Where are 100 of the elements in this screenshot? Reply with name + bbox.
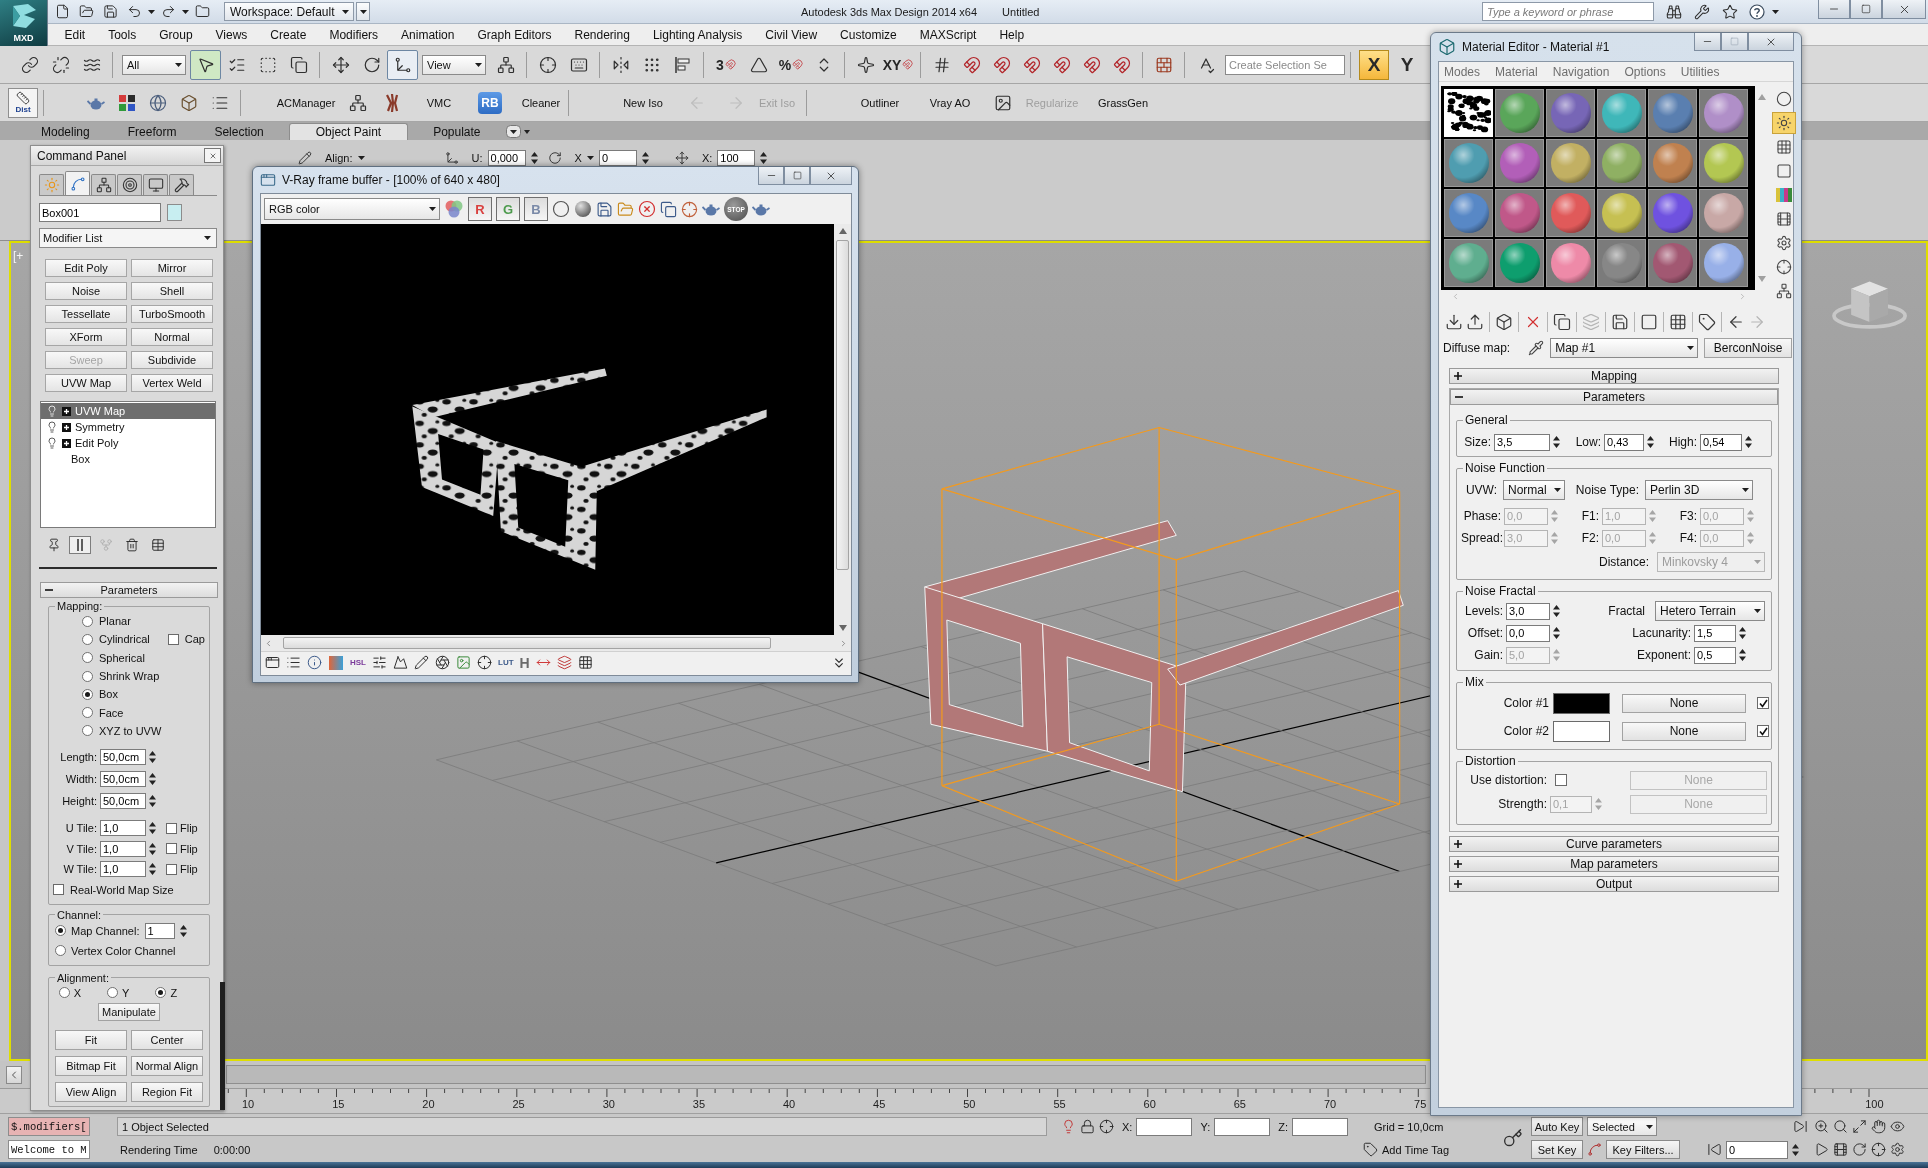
- film-icon[interactable]: [1833, 1142, 1848, 1157]
- minus-icon[interactable]: [1455, 393, 1463, 401]
- trash-icon[interactable]: [125, 538, 139, 552]
- menu-item[interactable]: Graph Editors: [465, 27, 563, 42]
- spinner-field[interactable]: 1: [144, 922, 175, 939]
- map-button[interactable]: None: [1622, 721, 1746, 741]
- option-label[interactable]: Face: [99, 706, 124, 719]
- menu-item[interactable]: Tools: [96, 27, 148, 42]
- coordinate-field[interactable]: [1136, 1117, 1193, 1136]
- brick-wall-icon[interactable]: [1154, 55, 1173, 74]
- option-label[interactable]: Spherical: [99, 651, 145, 664]
- snap-button[interactable]: XY: [881, 49, 915, 80]
- zoom-icon[interactable]: [1814, 1119, 1829, 1134]
- menu-item[interactable]: Views: [204, 27, 259, 42]
- rotate-icon[interactable]: [362, 55, 381, 74]
- option-label[interactable]: Z: [170, 986, 178, 999]
- spinner-arrows-icon[interactable]: [530, 151, 538, 165]
- link-icon[interactable]: [20, 55, 39, 74]
- image-icon[interactable]: [993, 93, 1012, 112]
- layers-icon[interactable]: [556, 655, 572, 670]
- frame-field[interactable]: 0: [1726, 1140, 1788, 1159]
- coordinate-field[interactable]: [1214, 1117, 1271, 1136]
- ribbon-toggle-icon[interactable]: [505, 125, 530, 138]
- magnet-icon[interactable]: [724, 59, 736, 70]
- spinner-field[interactable]: 1,0: [100, 861, 146, 878]
- time-tag-label[interactable]: Add Time Tag: [1382, 1143, 1450, 1156]
- scroll-down-icon[interactable]: [838, 625, 847, 631]
- pipette-icon[interactable]: [1528, 340, 1545, 356]
- radio-button[interactable]: [82, 615, 93, 627]
- selection-tool-button[interactable]: [190, 49, 221, 80]
- snap-button[interactable]: 3: [709, 49, 743, 80]
- distance-button[interactable]: Dist: [8, 87, 38, 118]
- rollout-header[interactable]: Parameters: [40, 582, 218, 598]
- listener-input-field[interactable]: $.modifiers[: [8, 1117, 90, 1136]
- rollout-header[interactable]: Output: [1449, 876, 1779, 892]
- crosshair-icon[interactable]: [1099, 1119, 1114, 1134]
- info-icon[interactable]: [307, 655, 322, 670]
- color-swatch[interactable]: [1553, 692, 1610, 714]
- circle-icon[interactable]: [552, 200, 570, 218]
- crosshair-icon[interactable]: [1871, 1142, 1886, 1157]
- radio-button[interactable]: [55, 925, 66, 937]
- menu-item[interactable]: Civil View: [753, 27, 829, 42]
- alignment-button[interactable]: Center: [130, 1029, 203, 1050]
- radio-button[interactable]: [107, 987, 119, 999]
- close-icon[interactable]: [208, 151, 217, 160]
- scrollbar-thumb[interactable]: [836, 240, 849, 570]
- mirror-icon[interactable]: [611, 55, 630, 74]
- selection-filter-dropdown[interactable]: All: [122, 54, 186, 75]
- hierarchy-icon[interactable]: [348, 93, 367, 112]
- lock-icon[interactable]: [1080, 1119, 1095, 1134]
- menu-item[interactable]: Options: [1624, 64, 1666, 79]
- radio-button[interactable]: [82, 670, 93, 682]
- plus-icon[interactable]: [1454, 880, 1462, 888]
- option-label[interactable]: Cap: [184, 633, 205, 646]
- modifier-button[interactable]: UVW Map: [45, 374, 127, 392]
- spinner-arrows-icon[interactable]: [149, 821, 156, 836]
- ribbon-tab[interactable]: Modeling: [28, 123, 103, 140]
- spinner-arrows-icon[interactable]: [149, 862, 156, 877]
- sphere-icon[interactable]: [574, 200, 592, 218]
- radio-button[interactable]: [82, 707, 93, 719]
- claw-icon[interactable]: [383, 92, 400, 113]
- double-bar-icon[interactable]: [75, 538, 85, 552]
- plus-box-icon[interactable]: [62, 406, 71, 416]
- channel-dropdown[interactable]: RGB color: [264, 198, 440, 220]
- spinner-arrows-icon[interactable]: [149, 750, 156, 765]
- key-mode-dropdown[interactable]: Selected: [1587, 1117, 1657, 1136]
- spinner-arrows-icon[interactable]: [1745, 435, 1752, 449]
- spinner-arrows-icon[interactable]: [149, 772, 156, 787]
- coordinate-field[interactable]: [1292, 1117, 1348, 1136]
- spinner-field[interactable]: 1,0: [100, 840, 146, 857]
- checkbox[interactable]: [53, 884, 64, 896]
- checkbox[interactable]: [166, 843, 177, 855]
- menu-item[interactable]: Create: [258, 27, 318, 42]
- axis-button[interactable]: Y: [1392, 49, 1422, 80]
- spinner-field[interactable]: 0: [598, 150, 637, 166]
- axis-button[interactable]: X: [1359, 49, 1389, 80]
- magnet-icon[interactable]: [902, 59, 914, 70]
- magnet-icon[interactable]: [1023, 55, 1041, 74]
- ruler-icon[interactable]: [16, 91, 30, 105]
- modifier-button[interactable]: Mirror: [131, 259, 213, 277]
- menu-item[interactable]: Group: [147, 27, 205, 42]
- align-icon[interactable]: [673, 55, 692, 74]
- spinner-field[interactable]: 100: [717, 150, 756, 166]
- uvw-dropdown[interactable]: Normal: [1503, 480, 1565, 500]
- cube-icon[interactable]: [179, 93, 198, 112]
- fractal-dropdown[interactable]: Hetero Terrain: [1655, 601, 1765, 621]
- gradient-icon[interactable]: [328, 654, 344, 671]
- move-icon[interactable]: [674, 151, 689, 165]
- scrollbar-thumb[interactable]: [283, 637, 771, 649]
- maximize-icon[interactable]: [1852, 1119, 1867, 1134]
- workspace-menu-button[interactable]: [356, 2, 370, 21]
- modifier-list-dropdown[interactable]: Modifier List: [39, 228, 217, 248]
- menu-item[interactable]: Utilities: [1680, 64, 1720, 79]
- list-icon[interactable]: [286, 655, 301, 670]
- mountain-icon[interactable]: [393, 655, 408, 670]
- spinner-arrows-icon[interactable]: [1553, 435, 1560, 449]
- download-icon[interactable]: [1445, 313, 1463, 331]
- pin-icon[interactable]: [47, 538, 61, 552]
- menu-item[interactable]: Rendering: [563, 27, 642, 42]
- play-icon[interactable]: [1814, 1142, 1829, 1157]
